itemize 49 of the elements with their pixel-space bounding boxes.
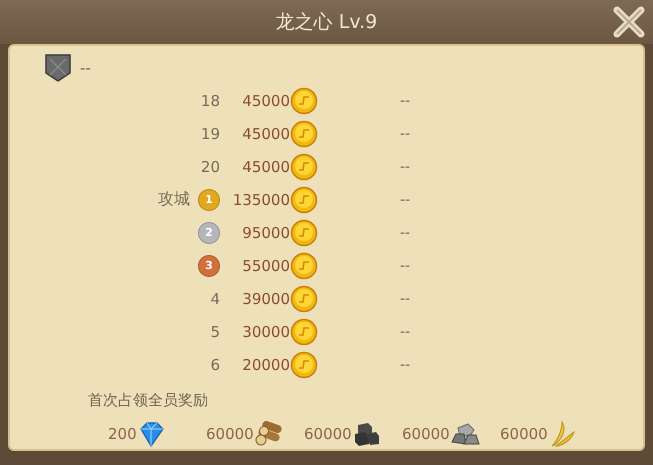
coin-icon	[290, 318, 318, 346]
reward-amount: 30000	[242, 322, 290, 340]
coin-icon	[290, 350, 318, 378]
rank-number: 18	[200, 92, 220, 110]
coin-icon	[290, 186, 318, 214]
coin-icon	[290, 252, 318, 280]
reward-amount: 20000	[242, 356, 290, 374]
coin-icon	[290, 120, 318, 148]
rank-number: 6	[210, 356, 220, 374]
coin-icon	[290, 218, 318, 246]
reward-amount: 45000	[242, 124, 290, 142]
player-name: --	[400, 92, 412, 108]
player-name: --	[400, 158, 412, 174]
rank-label: 攻城	[158, 189, 190, 210]
medal-icon: 3	[198, 254, 220, 276]
reward-amount: 55000	[242, 256, 290, 274]
reward-amount: 39000	[242, 290, 290, 308]
rank-number: 19	[200, 124, 220, 142]
window-title: 龙之心 Lv.9	[276, 10, 378, 35]
resource-amount: 60000	[304, 425, 352, 443]
shield-icon	[44, 53, 72, 83]
stone-pile-icon	[450, 422, 480, 446]
coin-icon	[290, 86, 318, 114]
player-name: --	[400, 258, 412, 274]
player-name: --	[400, 224, 412, 240]
reward-amount: 135000	[232, 190, 290, 208]
resource-amount: 60000	[500, 425, 548, 443]
coin-icon	[290, 152, 318, 180]
player-name: --	[400, 290, 412, 306]
close-icon	[611, 4, 647, 40]
resource-amount: 60000	[402, 425, 450, 443]
medal-icon: 1	[198, 188, 220, 210]
reward-amount: 45000	[242, 158, 290, 176]
resource-amount: 200	[108, 425, 137, 443]
rank-number: 5	[210, 322, 220, 340]
reward-amount: 95000	[242, 224, 290, 242]
owner-value: --	[80, 59, 91, 77]
player-name: --	[400, 356, 412, 372]
reward-amount: 45000	[242, 92, 290, 110]
medal-icon: 2	[198, 222, 220, 244]
resource-amount: 60000	[206, 425, 254, 443]
coin-icon	[290, 284, 318, 312]
reward-title: 首次占领全员奖励	[87, 390, 209, 410]
player-name: --	[400, 126, 412, 142]
rank-number: 4	[210, 290, 220, 308]
close-button[interactable]	[611, 4, 647, 40]
rank-number: 20	[200, 158, 220, 176]
player-name: --	[400, 324, 412, 340]
player-name: --	[400, 192, 412, 208]
